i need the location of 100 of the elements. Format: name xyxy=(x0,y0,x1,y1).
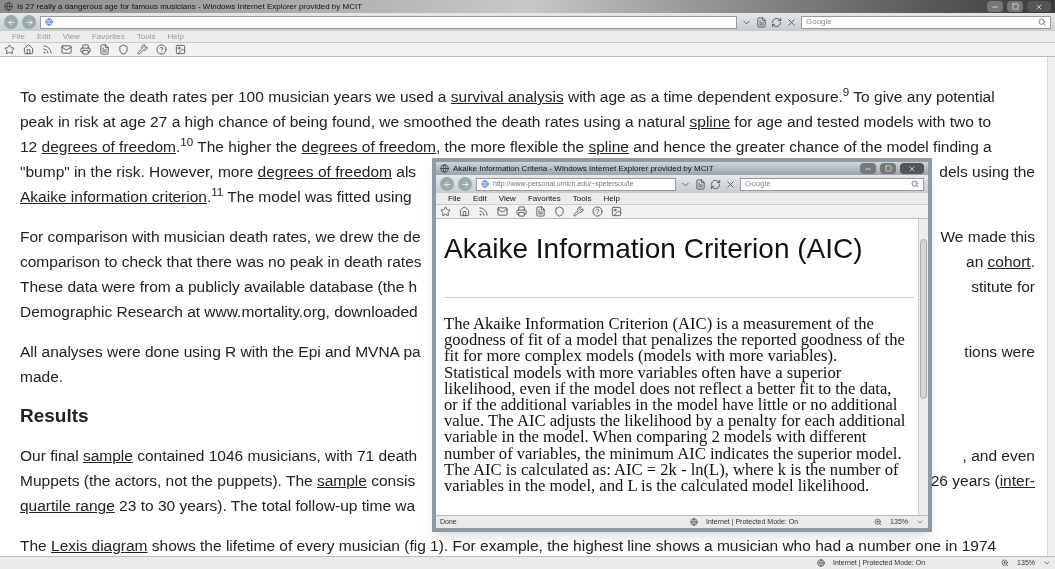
scrollbar-thumb[interactable] xyxy=(920,239,927,399)
refresh-icon[interactable] xyxy=(771,16,782,28)
scrollbar[interactable] xyxy=(1047,57,1055,556)
paragraph-text: To estimate the death rates per 100 musician years we used a survival analysis with age as a time dependent exposure.$^{9}$ To give any potential xyxy=(20,84,995,107)
browser-icon xyxy=(4,2,13,11)
paragraph-text: All analyses were done using R with the Epi and MVNA pa xyxy=(20,341,421,362)
menu-item[interactable]: View xyxy=(498,194,516,203)
text-link[interactable]: cohort xyxy=(987,252,1031,270)
page-icon[interactable] xyxy=(535,206,546,217)
paragraph-text: "bump" in the risk. However, more degrees of freedom als xyxy=(20,161,417,182)
tools-icon[interactable] xyxy=(573,206,584,217)
maximize-icon xyxy=(1011,3,1019,10)
printer-icon[interactable] xyxy=(516,206,527,217)
window-title: Is 27 really a dangerous age for famous musicians - Windows Internet Explorer provided by MCIT xyxy=(17,2,363,11)
stop-icon[interactable] xyxy=(725,178,736,190)
help-icon[interactable] xyxy=(592,206,603,217)
close-button[interactable] xyxy=(900,163,924,174)
text-link[interactable]: degrees of freedom xyxy=(41,137,176,155)
dropdown-icon[interactable] xyxy=(1043,559,1051,567)
paragraph-text: made. xyxy=(20,366,64,387)
browser-icon xyxy=(440,164,449,173)
paragraph-text: , and even xyxy=(962,445,1035,466)
address-field[interactable] xyxy=(40,15,737,29)
text-link[interactable]: inter- xyxy=(999,471,1035,489)
text-link[interactable]: spline xyxy=(588,137,629,155)
paragraph-text: For comparison with musician death rates, we drew the de xyxy=(20,226,421,247)
search-icon[interactable] xyxy=(1038,18,1046,26)
forward-arrow-icon xyxy=(24,17,34,27)
paragraph-text: peak in risk at age 27 a high chance of being found, we smoothed the death rates using a natural spline for age and tested models with two to xyxy=(20,111,992,132)
text-link[interactable]: Akaike information criterion xyxy=(20,187,207,205)
paragraph-text: an cohort. xyxy=(966,251,1035,272)
favorites-icon[interactable] xyxy=(4,44,15,55)
forward-button[interactable] xyxy=(22,15,36,29)
text-link[interactable]: spline xyxy=(689,112,731,130)
window-title: Akaike Information Criteria - Windows Internet Explorer provided by MCIT xyxy=(453,164,714,173)
close-button[interactable] xyxy=(1027,1,1051,12)
text-link[interactable]: sample xyxy=(316,471,367,489)
internet-icon xyxy=(690,518,698,526)
favorites-icon[interactable] xyxy=(440,206,451,217)
text-link[interactable]: survival analysis xyxy=(450,87,564,105)
menu-item[interactable]: Tools xyxy=(572,194,592,203)
image-icon[interactable] xyxy=(175,44,186,55)
mail-icon[interactable] xyxy=(61,44,72,55)
menu-item[interactable]: File xyxy=(448,194,461,203)
minimize-button[interactable] xyxy=(860,163,876,174)
paragraph-text: quartile range 23 to 30 years). The total follow-up time wa xyxy=(20,495,416,516)
back-arrow-icon xyxy=(6,17,16,27)
mail-icon[interactable] xyxy=(497,206,508,217)
back-button[interactable] xyxy=(4,15,18,29)
paragraph-text: Muppets (the actors, not the puppets). The sample consis xyxy=(20,470,416,491)
maximize-button[interactable] xyxy=(880,163,896,174)
page-icon[interactable] xyxy=(99,44,110,55)
paragraph-text: Our final sample contained 1046 musicians, with 71 death xyxy=(20,445,418,466)
scrollbar[interactable] xyxy=(918,219,928,515)
stop-icon[interactable] xyxy=(786,16,797,28)
text-link[interactable]: degrees of freedom xyxy=(301,137,436,155)
dropdown-icon[interactable] xyxy=(916,518,924,526)
menu-item[interactable]: Favorites xyxy=(527,194,561,203)
help-icon[interactable] xyxy=(156,44,167,55)
maximize-icon xyxy=(884,165,892,172)
paragraph-text: Akaike information criterion.$^{11}$ The model was fitted using xyxy=(20,184,412,207)
zoom-icon[interactable] xyxy=(1001,559,1010,567)
search-field[interactable]: Google xyxy=(801,15,1051,29)
paragraph-text: stitute for xyxy=(971,276,1035,297)
back-arrow-icon xyxy=(442,179,452,189)
image-icon[interactable] xyxy=(611,206,622,217)
text-link[interactable]: quartile range xyxy=(20,496,115,514)
home-icon[interactable] xyxy=(23,44,34,55)
section-heading: Results xyxy=(20,404,89,428)
tools-icon[interactable] xyxy=(137,44,148,55)
menu-item[interactable]: Help xyxy=(603,194,620,203)
text-link[interactable]: sample xyxy=(82,446,133,464)
search-icon[interactable] xyxy=(911,180,919,188)
paragraph-text: These data were from a publicly available database (the h xyxy=(20,276,418,297)
paragraph-text: The Lexis diagram shows the lifetime of every musician (fig 1). For example, the highest line shows a musician who had a number one in 1974 xyxy=(20,535,997,556)
feed-icon[interactable] xyxy=(478,206,489,217)
text-link[interactable]: degrees of freedom xyxy=(257,162,392,180)
maximize-button[interactable] xyxy=(1007,1,1023,12)
paragraph-text: 12 degrees of freedom.$^{10}$ The higher the degrees of freedom, the more flexible the spline and hence the greater chance of the model finding a xyxy=(20,134,992,157)
feed-icon[interactable] xyxy=(42,44,53,55)
page-heading: Akaike Information Criterion (AIC) xyxy=(444,233,864,265)
internet-icon xyxy=(817,559,825,567)
text-link[interactable]: Lexis diagram xyxy=(51,536,148,554)
forward-button[interactable] xyxy=(458,177,472,191)
paragraph-text: comparison to check that there was no peak in death rates xyxy=(20,251,422,272)
zoom-icon[interactable] xyxy=(874,518,883,526)
paragraph-text: We made this xyxy=(940,226,1035,247)
menu-item[interactable]: Edit xyxy=(472,194,487,203)
refresh-icon[interactable] xyxy=(710,178,721,190)
paragraph-text: dels using the xyxy=(939,161,1035,182)
minimize-button[interactable] xyxy=(987,1,1003,12)
back-button[interactable] xyxy=(440,177,454,191)
search-field[interactable]: Google xyxy=(740,177,924,191)
paragraph-text: tions were xyxy=(964,341,1035,362)
globe-icon xyxy=(45,18,53,26)
home-icon[interactable] xyxy=(459,206,470,217)
safety-icon[interactable] xyxy=(118,44,129,55)
printer-icon[interactable] xyxy=(80,44,91,55)
safety-icon[interactable] xyxy=(554,206,565,217)
close-icon xyxy=(908,164,916,173)
